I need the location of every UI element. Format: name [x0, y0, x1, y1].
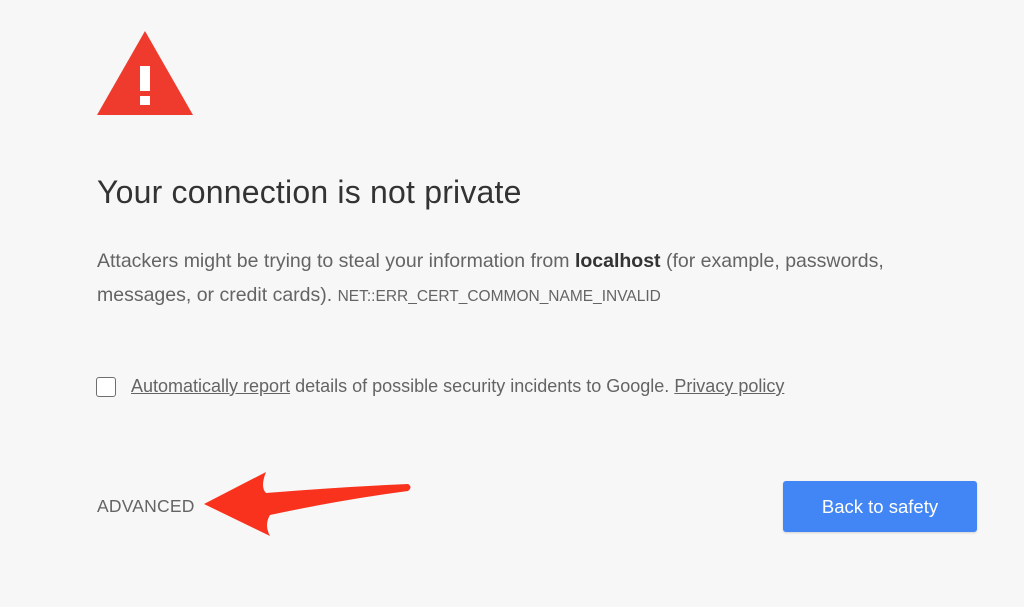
- back-to-safety-button[interactable]: Back to safety: [783, 481, 977, 532]
- privacy-policy-link[interactable]: Privacy policy: [674, 376, 784, 396]
- description-prefix: Attackers might be trying to steal your …: [97, 250, 570, 272]
- report-checkbox[interactable]: [96, 376, 116, 397]
- interstitial-page: Your connection is not private Attackers…: [0, 0, 1024, 607]
- report-label: Automatically report details of possible…: [131, 376, 784, 397]
- report-text: details of possible security incidents t…: [295, 376, 670, 396]
- red-arrow-annotation: [204, 472, 411, 536]
- automatic-report-link[interactable]: Automatically report: [131, 376, 290, 396]
- page-title: Your connection is not private: [97, 174, 522, 210]
- advanced-button[interactable]: ADVANCED: [97, 496, 195, 517]
- warning-triangle-icon: [97, 31, 193, 115]
- error-description: Attackers might be trying to steal your …: [97, 244, 907, 314]
- host-name: localhost: [574, 250, 661, 272]
- report-option: Automatically report details of possible…: [96, 376, 784, 397]
- error-code[interactable]: NET::ERR_CERT_COMMON_NAME_INVALID: [338, 288, 661, 305]
